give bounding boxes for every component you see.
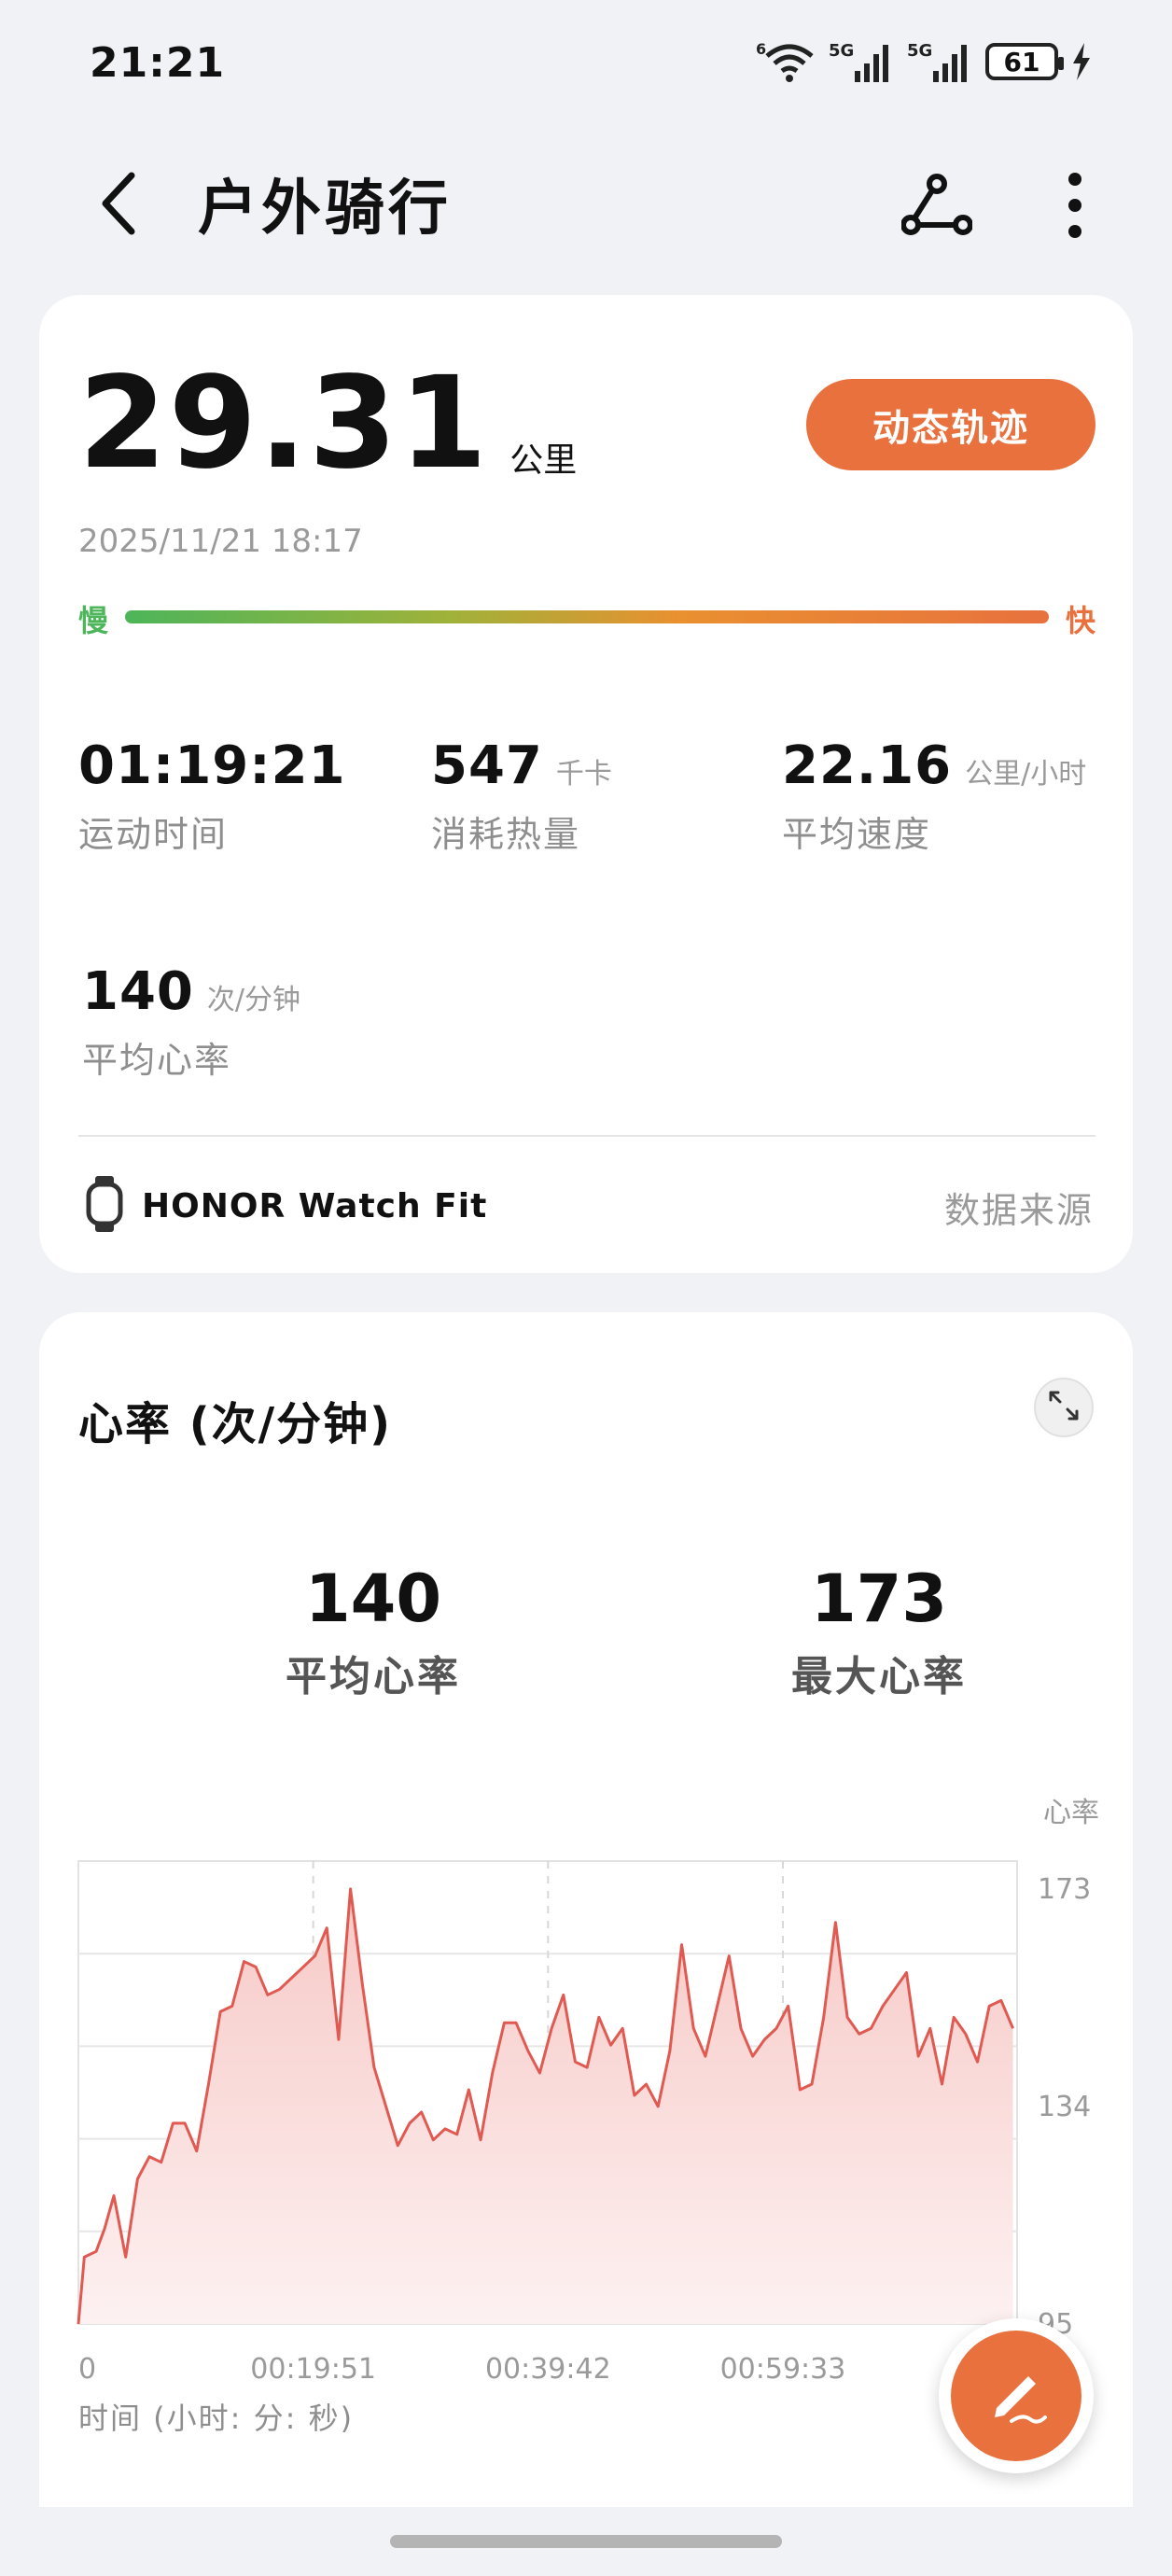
- speed-fast-label: 快: [1065, 603, 1095, 638]
- x-tick-label: 00:39:42: [485, 2353, 611, 2386]
- edit-button-inner: [951, 2331, 1081, 2461]
- speed-scale: 慢 快: [78, 597, 1095, 638]
- wifi-icon: 6: [756, 39, 816, 84]
- svg-text:6: 6: [756, 40, 766, 58]
- speed-gradient-bar: [125, 610, 1049, 623]
- y-tick-label: 173: [1038, 1873, 1091, 1906]
- dynamic-track-button[interactable]: 动态轨迹: [806, 379, 1095, 470]
- charging-icon: [1071, 43, 1092, 80]
- svg-text:5G: 5G: [907, 41, 932, 61]
- more-options-button[interactable]: [1053, 168, 1097, 246]
- y-tick-label: 134: [1038, 2091, 1091, 2123]
- speed-slow-label: 慢: [78, 603, 109, 638]
- battery-level: 61: [1003, 46, 1040, 77]
- metric-avg-heart-rate: 140 次/分钟 平均心率: [82, 961, 300, 1083]
- metric-label: 运动时间: [78, 814, 229, 855]
- metric-unit: 公里/小时: [965, 758, 1087, 791]
- page-title: 户外骑行: [198, 175, 452, 244]
- workout-summary-card: 29.31 公里 动态轨迹 2025/11/21 18:17 慢 快 01:19…: [39, 295, 1133, 1273]
- more-vertical-icon: [1067, 172, 1082, 243]
- distance-unit: 公里: [509, 441, 578, 480]
- edit-button[interactable]: [939, 2318, 1094, 2473]
- svg-text:5G: 5G: [829, 41, 854, 61]
- distance-value: 29.31: [78, 350, 490, 497]
- home-indicator[interactable]: [390, 2535, 782, 2548]
- heart-rate-card: 心率 (次/分钟) 140 平均心率 173 最大心率 95 134 173 心率 0 0…: [39, 1312, 1133, 2507]
- status-bar: 21:21 6 5G 5G 61: [0, 0, 1172, 131]
- metric-label: 平均速度: [782, 814, 932, 855]
- signal-icon-1: 5G: [829, 39, 894, 84]
- route-button[interactable]: [898, 168, 976, 246]
- metric-calories: 547 千卡 消耗热量: [431, 735, 612, 857]
- status-icons: 6 5G 5G 61: [756, 39, 1092, 84]
- chevron-left-icon: [98, 170, 139, 241]
- metric-label: 消耗热量: [431, 814, 581, 855]
- data-source-link[interactable]: 数据来源: [944, 1182, 1094, 1233]
- metric-value: 547: [431, 735, 543, 796]
- device-info: HONOR Watch Fit: [86, 1176, 487, 1236]
- metric-label: 平均心率: [82, 1040, 232, 1081]
- back-button[interactable]: [86, 168, 151, 243]
- distance: 29.31 公里: [78, 360, 577, 487]
- status-time: 21:21: [90, 39, 226, 87]
- battery-icon: 61: [985, 43, 1064, 80]
- x-tick-label: 00:19:51: [250, 2353, 376, 2386]
- device-name: HONOR Watch Fit: [142, 1186, 488, 1225]
- pen-icon: [984, 2361, 1049, 2430]
- watch-icon: [86, 1176, 123, 1236]
- app-header: 户外骑行: [0, 149, 1172, 261]
- heart-rate-chart[interactable]: 95134173心率0 00:19:51 00:39:42 00:59:33: [39, 1312, 1133, 2395]
- x-axis-title: 时间 (小时: 分: 秒): [78, 2401, 355, 2436]
- metric-unit: 次/分钟: [206, 984, 301, 1016]
- metric-duration: 01:19:21 运动时间: [78, 735, 346, 857]
- route-icon: [900, 173, 973, 242]
- metric-unit: 千卡: [555, 758, 612, 791]
- metric-value: 01:19:21: [78, 735, 346, 796]
- metric-value: 140: [82, 961, 194, 1022]
- signal-icon-2: 5G: [907, 39, 972, 84]
- y-axis-title: 心率: [1043, 1797, 1099, 1829]
- x-tick-label: 00:59:33: [720, 2353, 846, 2386]
- divider: [78, 1135, 1095, 1137]
- metric-avg-speed: 22.16 公里/小时 平均速度: [782, 735, 1086, 857]
- x-tick-label: 0: [78, 2353, 96, 2386]
- metric-value: 22.16: [782, 735, 953, 796]
- workout-date: 2025/11/21 18:17: [78, 523, 363, 560]
